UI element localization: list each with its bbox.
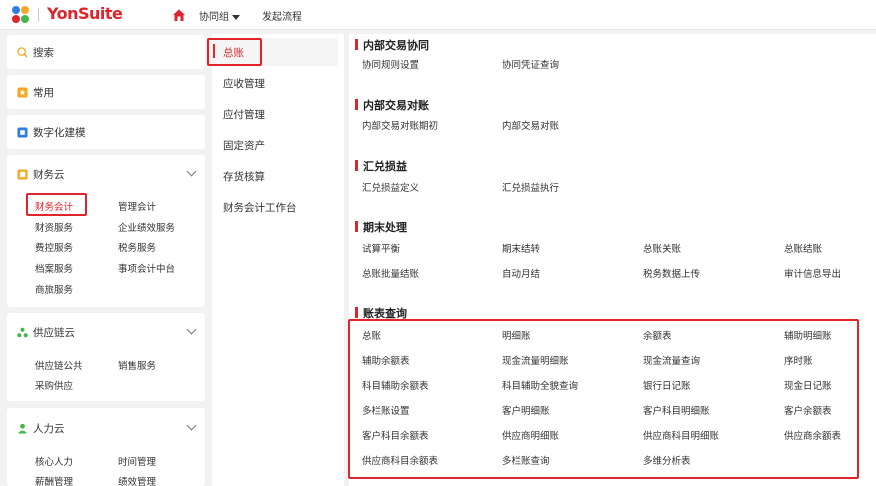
highlight-box-general-ledger [207, 38, 262, 66]
group-selector[interactable]: 协同组 [199, 8, 240, 23]
link-auto-month-close[interactable]: 自动月结 [502, 266, 540, 280]
sidebar-item-procurement[interactable]: 采购供应 [35, 378, 73, 392]
sidebar-item-core-hr[interactable]: 核心人力 [35, 454, 73, 468]
start-flow-link[interactable]: 发起流程 [262, 8, 302, 23]
home-icon[interactable] [172, 8, 186, 22]
link-ledger-close[interactable]: 总账关账 [643, 241, 681, 255]
link-ledger-settle[interactable]: 总账结账 [784, 241, 822, 255]
search-label: 搜索 [33, 47, 54, 59]
supply-title: 供应链云 [33, 327, 75, 339]
sidebar-hr-card: 人力云 核心人力 时间管理 薪酬管理 绩效管理 [7, 408, 205, 486]
sidebar-digital-card[interactable]: 数字化建模 [7, 115, 205, 149]
sidebar-item-supply-common[interactable]: 供应链公共 [35, 358, 83, 372]
supply-chain-icon [17, 327, 28, 338]
link-collab-rule-setting[interactable]: 协同规则设置 [362, 57, 419, 71]
supply-header[interactable]: 供应链云 [17, 325, 75, 340]
common-label: 常用 [33, 87, 54, 99]
sidebar-item-expense[interactable]: 费控服务 [35, 240, 73, 254]
top-bar: YonSuite 协同组 发起流程 [0, 0, 876, 30]
link-batch-settle[interactable]: 总账批量结账 [362, 266, 419, 280]
digital-label: 数字化建模 [33, 127, 86, 139]
link-fx-definition[interactable]: 汇兑损益定义 [362, 180, 419, 194]
sidebar-item-time[interactable]: 时间管理 [118, 454, 156, 468]
section-title-fx-gain-loss: 汇兑损益 [355, 158, 407, 174]
sidebar-search-card[interactable]: 搜索 [7, 35, 205, 69]
brand-name[interactable]: YonSuite [47, 4, 123, 23]
cube-icon [17, 127, 28, 138]
sidebar-item-event-accounting[interactable]: 事项会计中台 [118, 261, 175, 275]
link-fx-execution[interactable]: 汇兑损益执行 [502, 180, 559, 194]
link-tax-upload[interactable]: 税务数据上传 [643, 266, 700, 280]
star-icon [17, 87, 28, 98]
active-indicator [213, 44, 215, 58]
section-title-internal-collab: 内部交易协同 [355, 37, 429, 53]
menu-item-payables[interactable]: 应付管理 [223, 107, 265, 122]
sidebar-finance-card: 财务云 财务会计 管理会计 财资服务 企业绩效服务 费控服务 税务服务 档案服务… [7, 155, 205, 307]
sidebar-item-management-accounting[interactable]: 管理会计 [118, 199, 156, 213]
highlight-box-report-query [348, 319, 859, 479]
logo-divider [38, 8, 39, 22]
menu-item-inventory-costing[interactable]: 存货核算 [223, 169, 265, 184]
link-collab-voucher-query[interactable]: 协同凭证查询 [502, 57, 559, 71]
menu-item-fixed-assets[interactable]: 固定资产 [223, 138, 265, 153]
section-title-period-end: 期末处理 [355, 219, 407, 235]
sidebar-item-tax[interactable]: 税务服务 [118, 240, 156, 254]
caret-down-icon [232, 14, 240, 20]
chevron-down-icon[interactable] [186, 420, 197, 431]
sidebar-supply-card: 供应链云 供应链公共 销售服务 采购供应 [7, 313, 205, 401]
section-title-internal-recon: 内部交易对账 [355, 97, 429, 113]
module-menu: 总账 应收管理 应付管理 固定资产 存货核算 财务会计工作台 [212, 34, 344, 486]
link-recon-opening[interactable]: 内部交易对账期初 [362, 118, 438, 132]
finance-header[interactable]: 财务云 [17, 167, 65, 182]
group-label: 协同组 [199, 12, 229, 23]
sidebar-item-treasury[interactable]: 财资服务 [35, 220, 73, 234]
sidebar-common-card[interactable]: 常用 [7, 75, 205, 109]
sidebar-item-sales[interactable]: 销售服务 [118, 358, 156, 372]
sidebar-item-archive[interactable]: 档案服务 [35, 261, 73, 275]
sidebar-item-performance[interactable]: 企业绩效服务 [118, 220, 175, 234]
sidebar-item-performance-mgmt[interactable]: 绩效管理 [118, 474, 156, 486]
hr-title: 人力云 [33, 423, 65, 435]
hr-header[interactable]: 人力云 [17, 421, 65, 436]
search-icon [17, 47, 28, 58]
finance-title: 财务云 [33, 169, 65, 181]
person-icon [17, 423, 28, 434]
wallet-icon [17, 169, 28, 180]
chevron-down-icon[interactable] [186, 324, 197, 335]
link-audit-export[interactable]: 审计信息导出 [784, 266, 841, 280]
link-trial-balance[interactable]: 试算平衡 [362, 241, 400, 255]
link-period-transfer[interactable]: 期末结转 [502, 241, 540, 255]
link-internal-recon[interactable]: 内部交易对账 [502, 118, 559, 132]
yonsuite-logo-icon[interactable] [10, 5, 32, 25]
menu-item-finance-workbench[interactable]: 财务会计工作台 [223, 200, 297, 215]
sidebar-item-travel[interactable]: 商旅服务 [35, 282, 73, 296]
chevron-down-icon[interactable] [186, 166, 197, 177]
sidebar-item-payroll[interactable]: 薪酬管理 [35, 474, 73, 486]
menu-item-receivables[interactable]: 应收管理 [223, 76, 265, 91]
highlight-box-finance-accounting [26, 193, 87, 216]
